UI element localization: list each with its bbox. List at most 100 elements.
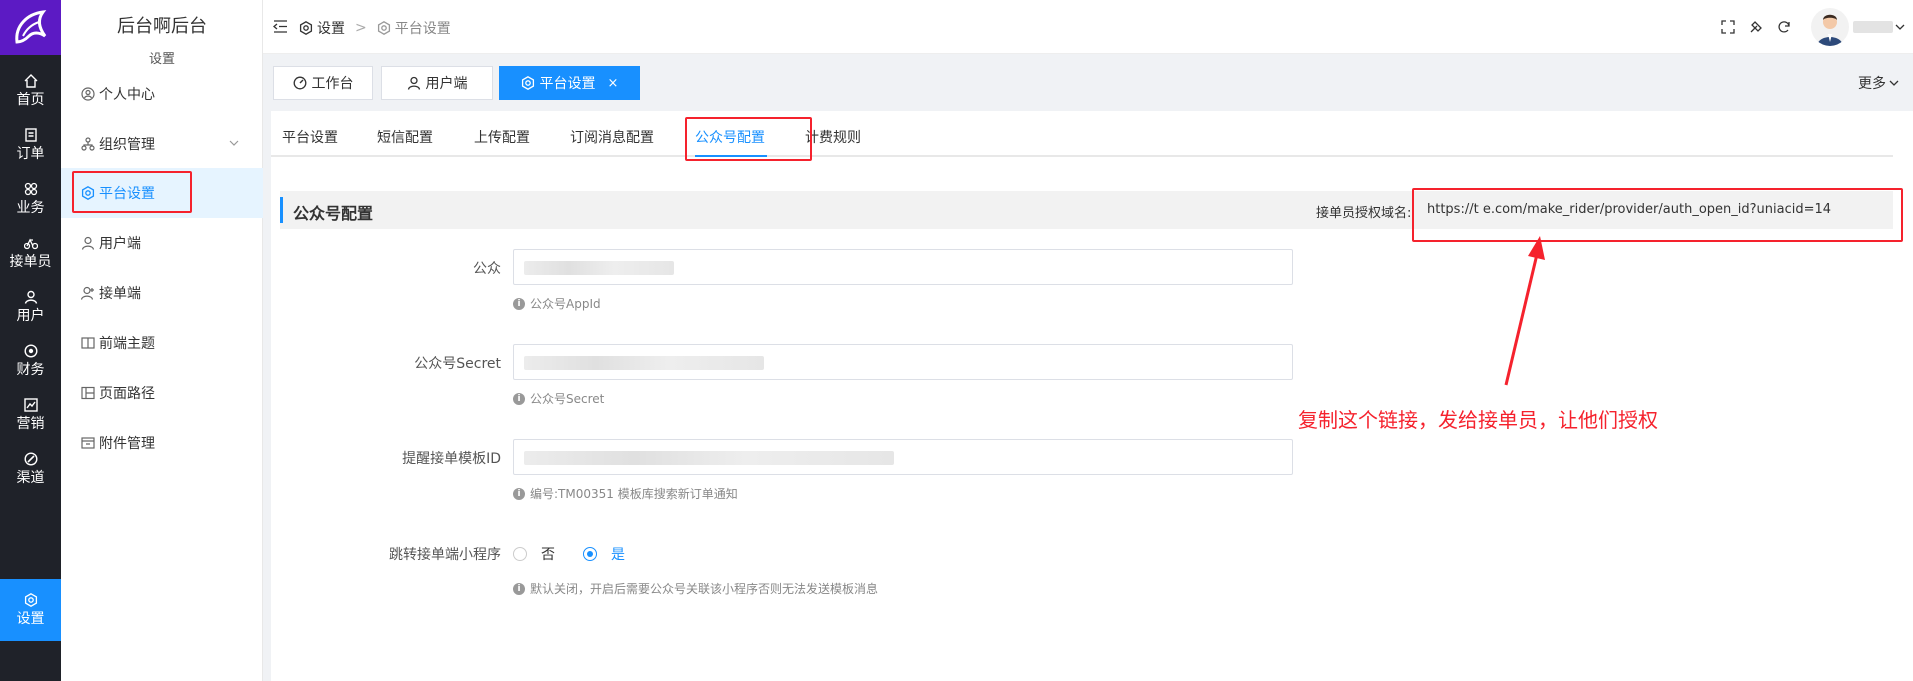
active-tab-underline (695, 155, 767, 157)
rail-item-business[interactable]: 业务 (0, 168, 61, 230)
template-id-help: i 编号:TM00351 模板库搜索新订单通知 (513, 485, 738, 502)
gear-icon (81, 186, 95, 200)
tab-user-client[interactable]: 用户端 (381, 66, 493, 100)
gear-icon (299, 21, 313, 35)
template-id-input[interactable] (513, 439, 1293, 475)
template-id-label: 提醒接单模板ID (402, 451, 501, 467)
settings-sidebar: 后台啊后台 设置 个人中心 组织管理 平台设置 用户端 接单端 前端主题 页面路… (61, 0, 263, 681)
chevron-down-icon[interactable] (1895, 22, 1905, 32)
jump-label: 跳转接单端小程序 (389, 547, 501, 563)
bike-icon (23, 238, 38, 250)
layout-icon (81, 386, 95, 400)
sidebar-item-label: 平台设置 (99, 186, 155, 202)
appid-help: i 公众号AppId (513, 295, 601, 312)
gear-icon (24, 593, 37, 607)
rail-item-marketing[interactable]: 营销 (0, 384, 61, 446)
radio-dot (513, 547, 527, 561)
rail-item-finance[interactable]: 财务 (0, 330, 61, 392)
gear-icon (377, 21, 390, 35)
rail-item-channels[interactable]: 渠道 (0, 438, 61, 500)
domain-value[interactable]: https://t e.com/make_rider/provider/auth… (1427, 202, 1831, 217)
breadcrumb-item[interactable]: 设置 (299, 18, 345, 38)
tab-upload[interactable]: 上传配置 (474, 127, 530, 147)
sidebar-item-attachments[interactable]: 附件管理 (61, 418, 263, 468)
user-icon (407, 76, 420, 90)
rail-item-settings[interactable]: 设置 (0, 579, 61, 641)
theme-icon[interactable] (1749, 20, 1763, 34)
gear-icon (521, 76, 534, 90)
sidebar-item-page-path[interactable]: 页面路径 (61, 368, 263, 418)
radio-dot (583, 547, 597, 561)
refresh-icon[interactable] (1777, 20, 1791, 34)
tab-billing-rules[interactable]: 计费规则 (805, 127, 861, 147)
sidebar-item-label: 用户端 (99, 236, 141, 252)
fullscreen-icon[interactable] (1721, 20, 1735, 34)
attachment-icon (81, 437, 95, 449)
breadcrumb-separator: > (355, 20, 367, 36)
chart-icon (23, 398, 38, 412)
tab-workbench[interactable]: 工作台 (273, 66, 373, 100)
sidebar-item-platform-settings[interactable]: 平台设置 (61, 168, 263, 218)
tab-sms[interactable]: 短信配置 (377, 127, 433, 147)
user-circle-icon (81, 87, 95, 101)
sidebar-item-label: 页面路径 (99, 386, 155, 402)
tab-official-account[interactable]: 公众号配置 (695, 127, 765, 147)
sidebar-item-label: 前端主题 (99, 336, 155, 352)
app-logo[interactable] (0, 0, 61, 55)
dashboard-icon (293, 76, 306, 90)
sidebar-item-user-client[interactable]: 用户端 (61, 218, 263, 268)
rail-item-users[interactable]: 用户 (0, 276, 61, 338)
radio-no[interactable]: 否 (513, 544, 555, 564)
user-name[interactable] (1853, 21, 1893, 33)
secret-label: 公众号Secret (414, 356, 501, 372)
finance-icon (23, 344, 38, 358)
appid-label: 公众 (473, 261, 501, 277)
sidebar-item-rider-client[interactable]: 接单端 (61, 268, 263, 318)
appid-input[interactable] (513, 249, 1293, 285)
rail-item-orders[interactable]: 订单 (0, 114, 61, 176)
more-tabs-button[interactable]: 更多 (1858, 73, 1899, 93)
radio-yes[interactable]: 是 (583, 544, 625, 564)
sidebar-item-profile[interactable]: 个人中心 (61, 69, 263, 119)
avatar-icon (1817, 14, 1843, 46)
org-icon (81, 137, 95, 151)
info-icon: i (513, 392, 525, 405)
rail-item-riders[interactable]: 接单员 (0, 222, 61, 284)
logo-icon (14, 9, 46, 44)
chevron-down-icon (1889, 80, 1899, 86)
tab-platform[interactable]: 平台设置 (282, 127, 338, 147)
collapse-menu-icon[interactable] (273, 19, 288, 34)
business-icon (24, 182, 37, 196)
home-icon (24, 74, 37, 88)
sidebar-title: 后台啊后台 (117, 16, 207, 37)
section-header: 公众号配置 接单员授权域名: https://t e.com/make_ride… (280, 191, 1893, 229)
domain-label: 接单员授权域名: (1316, 206, 1412, 221)
tab-platform-settings[interactable]: 平台设置 × (499, 66, 640, 100)
page-tab-strip: 工作台 用户端 平台设置 × 更多 (263, 55, 1913, 111)
section-title: 公众号配置 (293, 204, 374, 223)
sidebar-item-label: 个人中心 (99, 87, 155, 103)
info-icon: i (513, 297, 525, 310)
sidebar-caption: 设置 (148, 52, 175, 67)
settings-card: 平台设置 短信配置 上传配置 订阅消息配置 公众号配置 计费规则 公众号配置 接… (271, 111, 1913, 681)
sidebar-item-organization[interactable]: 组织管理 (61, 119, 263, 169)
user-plus-icon (81, 286, 94, 300)
secret-input[interactable] (513, 344, 1293, 380)
settings-tabs: 平台设置 短信配置 上传配置 订阅消息配置 公众号配置 计费规则 (271, 111, 1893, 157)
header-tools (1721, 0, 1913, 54)
chevron-down-icon (229, 140, 239, 146)
jump-radio-group: 否 是 (513, 544, 713, 564)
channel-icon (23, 452, 38, 466)
sidebar-item-label: 接单端 (99, 286, 141, 302)
rail-item-home[interactable]: 首页 (0, 60, 61, 122)
info-icon: i (513, 582, 525, 595)
breadcrumb: 设置 > 平台设置 (299, 18, 451, 38)
close-icon[interactable]: × (608, 76, 619, 91)
jump-help: i 默认关闭，开启后需要公众号关联该小程序否则无法发送模板消息 (513, 580, 878, 597)
sidebar-item-frontend-theme[interactable]: 前端主题 (61, 318, 263, 368)
sidebar-item-label: 组织管理 (99, 137, 155, 153)
info-icon: i (513, 487, 525, 500)
user-icon (81, 236, 95, 250)
tab-subscription-message[interactable]: 订阅消息配置 (570, 127, 654, 147)
avatar[interactable] (1811, 8, 1849, 46)
